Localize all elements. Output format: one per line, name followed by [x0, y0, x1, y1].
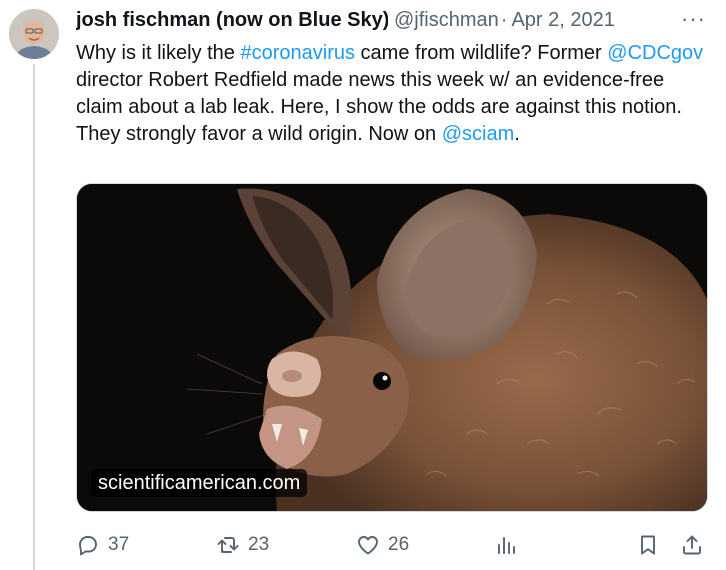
views-button[interactable] [494, 525, 518, 565]
more-icon[interactable]: ··· [681, 7, 710, 31]
tweet-text-segment: director Robert Redfield made news this … [76, 69, 682, 145]
tweet-actions: 37 23 26 [76, 525, 708, 565]
mention-link[interactable]: @sciam [442, 123, 515, 145]
hashtag-link[interactable]: #coronavirus [240, 42, 355, 64]
like-count: 26 [388, 534, 410, 555]
separator-dot: · [500, 9, 508, 31]
display-name[interactable]: josh fischman (now on Blue Sky) [76, 6, 388, 34]
like-button[interactable]: 26 [356, 525, 409, 565]
tweet-text: Why is it likely the #coronavirus came f… [76, 40, 716, 148]
share-button[interactable] [680, 525, 704, 565]
reply-count: 37 [108, 534, 130, 555]
retweet-count: 23 [248, 534, 270, 555]
bookmark-button[interactable] [636, 525, 660, 565]
tweet-header: josh fischman (now on Blue Sky) @jfischm… [76, 6, 710, 34]
tweet-body: josh fischman (now on Blue Sky) @jfischm… [76, 6, 710, 148]
tweet[interactable]: josh fischman (now on Blue Sky) @jfischm… [0, 0, 726, 570]
avatar[interactable] [9, 9, 59, 59]
thread-line [33, 64, 35, 570]
link-card-domain[interactable]: scientificamerican.com [91, 469, 308, 497]
link-card-media[interactable]: scientificamerican.com [76, 183, 708, 512]
user-handle[interactable]: @jfischman [394, 6, 499, 34]
tweet-text-segment: came from wildlife? Former [355, 42, 608, 64]
bat-photo [77, 184, 707, 511]
bookmark-icon [641, 535, 655, 555]
like-icon [358, 536, 378, 555]
tweet-text-segment: . [514, 123, 520, 145]
retweet-icon [217, 537, 239, 553]
avatar-image [9, 9, 59, 59]
reply-button[interactable]: 37 [76, 525, 129, 565]
mention-link[interactable]: @CDCgov [607, 42, 703, 64]
retweet-button[interactable]: 23 [216, 525, 269, 565]
tweet-date[interactable]: Apr 2, 2021 [511, 6, 614, 34]
views-icon [498, 537, 515, 554]
reply-icon [79, 536, 97, 556]
share-icon [683, 535, 701, 555]
tweet-text-segment: Why is it likely the [76, 42, 241, 64]
